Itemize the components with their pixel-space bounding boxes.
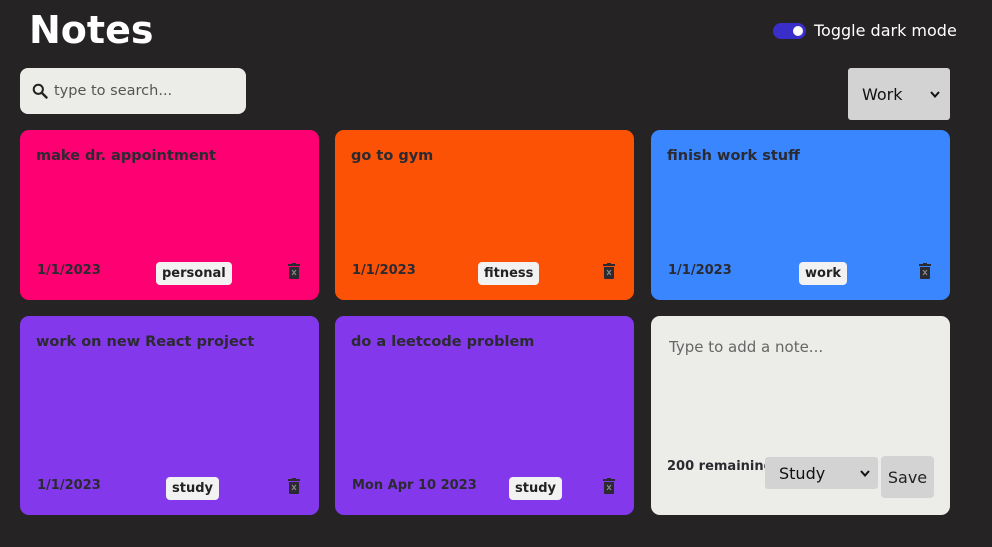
filter-selected-value: Work: [862, 84, 903, 104]
add-note-card: 200 remaining Study Save: [651, 316, 950, 515]
note-text: finish work stuff: [667, 148, 800, 164]
category-filter-select[interactable]: Work: [848, 68, 950, 120]
new-note-textarea[interactable]: [669, 338, 929, 428]
notes-app: Notes Toggle dark mode Work make dr. app…: [0, 0, 992, 547]
note-tag: fitness: [478, 262, 540, 285]
note-date: 1/1/2023: [37, 478, 101, 493]
search-icon: [32, 83, 48, 99]
note-text: work on new React project: [36, 334, 255, 350]
note-card: work on new React project 1/1/2023 study: [20, 316, 319, 515]
search-input[interactable]: [54, 83, 224, 99]
toggle-label: Toggle dark mode: [814, 21, 957, 40]
note-date: 1/1/2023: [37, 263, 101, 278]
note-tag: personal: [156, 262, 232, 285]
search-bar[interactable]: [20, 68, 246, 114]
toggle-knob: [793, 25, 803, 36]
trash-icon[interactable]: [603, 263, 615, 279]
characters-remaining: 200 remaining: [667, 459, 773, 474]
note-card: go to gym 1/1/2023 fitness: [335, 130, 634, 300]
trash-icon[interactable]: [603, 478, 615, 494]
note-card: do a leetcode problem Mon Apr 10 2023 st…: [335, 316, 634, 515]
note-tag: work: [799, 262, 847, 285]
dark-mode-toggle[interactable]: [773, 22, 806, 39]
note-text: do a leetcode problem: [351, 334, 535, 350]
note-tag: study: [166, 477, 219, 500]
note-text: go to gym: [351, 148, 434, 164]
note-date: 1/1/2023: [352, 263, 416, 278]
note-card: finish work stuff 1/1/2023 work: [651, 130, 950, 300]
note-tag: study: [509, 477, 562, 500]
trash-icon[interactable]: [288, 478, 300, 494]
note-card: make dr. appointment 1/1/2023 personal: [20, 130, 319, 300]
chevron-down-icon: [930, 90, 940, 98]
chevron-down-icon: [860, 469, 870, 477]
category-selected-value: Study: [779, 463, 826, 483]
trash-icon[interactable]: [288, 263, 300, 279]
dark-mode-toggle-group[interactable]: Toggle dark mode: [773, 21, 957, 40]
page-title: Notes: [29, 8, 154, 52]
new-note-category-select[interactable]: Study: [765, 457, 878, 489]
note-date: Mon Apr 10 2023: [352, 478, 477, 493]
save-button[interactable]: Save: [881, 456, 934, 498]
note-date: 1/1/2023: [668, 263, 732, 278]
trash-icon[interactable]: [919, 263, 931, 279]
note-text: make dr. appointment: [36, 148, 216, 164]
